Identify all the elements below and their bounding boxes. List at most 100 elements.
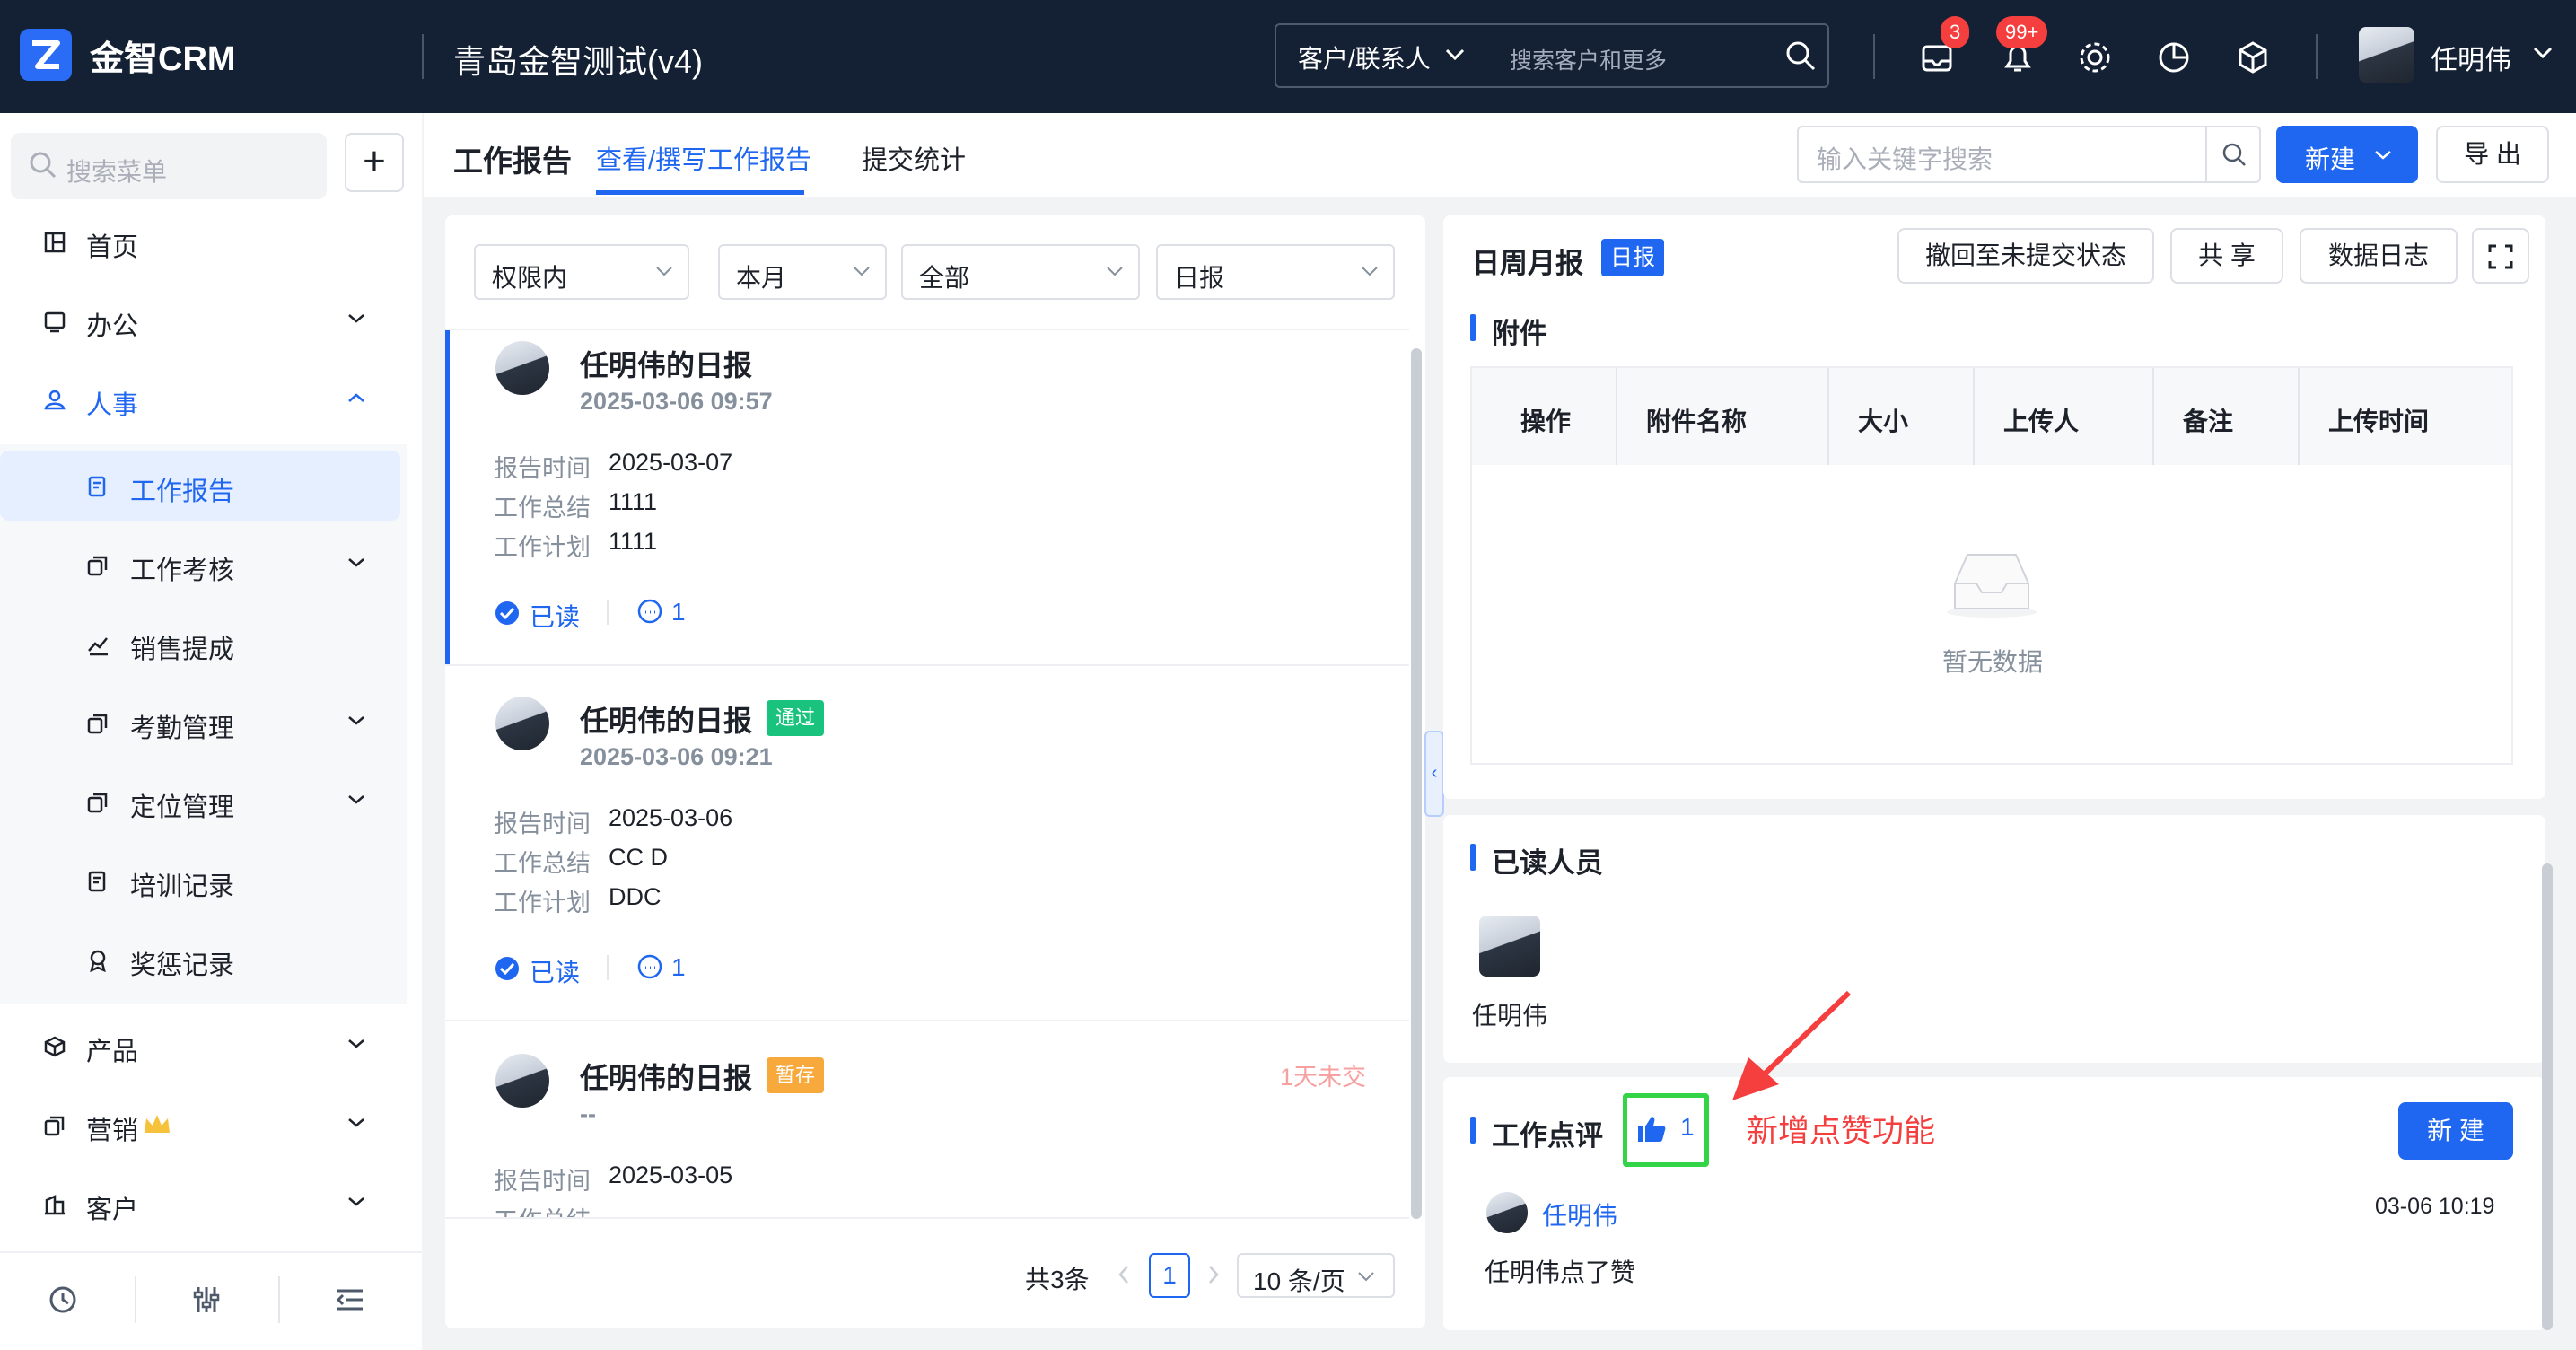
pie-chart-icon[interactable]: [2156, 39, 2192, 75]
new-report-button[interactable]: 新建: [2276, 126, 2418, 183]
readers-title: 已读人员: [1492, 847, 1603, 879]
copy-icon: [87, 556, 108, 576]
app-logo[interactable]: [20, 29, 72, 81]
global-search-input[interactable]: 搜索客户和更多: [1510, 43, 1667, 75]
comment-text: 任明伟点了赞: [1485, 1258, 1636, 1286]
menu-search-box[interactable]: [11, 133, 327, 199]
report-title[interactable]: 任明伟的日报: [580, 343, 752, 384]
report-title[interactable]: 任明伟的日报: [580, 698, 752, 740]
history-icon[interactable]: [47, 1284, 79, 1316]
field-label: 报告时间: [494, 1168, 591, 1195]
comment-author[interactable]: 任明伟: [1542, 1197, 1617, 1232]
app-name: 金智CRM: [90, 40, 236, 78]
sidebar-item-label: 工作报告: [130, 478, 235, 506]
sidebar-item-product[interactable]: 产品: [0, 1011, 422, 1083]
sidebar-item-location[interactable]: 定位管理: [0, 767, 422, 838]
copy-icon: [87, 793, 108, 813]
report-card-clipped[interactable]: 任明伟的日报 暂存 1天未交 -- 报告时间 2025-03-05 工作总结: [445, 1021, 1409, 1217]
chevron-down-icon[interactable]: [1445, 48, 1465, 61]
sidebar-item-customer[interactable]: 客户: [0, 1169, 422, 1240]
comments-title: 工作点评: [1492, 1120, 1603, 1152]
divider: [445, 664, 1409, 666]
like-highlight-box: [1623, 1093, 1709, 1167]
sidebar-item-rewards[interactable]: 奖惩记录: [0, 925, 422, 996]
comment-count[interactable]: 1: [671, 953, 686, 982]
user-name[interactable]: 任明伟: [2431, 38, 2511, 77]
divider: [607, 955, 609, 980]
copy-icon: [87, 714, 108, 734]
sidebar-item-label: 销售提成: [130, 636, 235, 664]
field-label: 报告时间: [494, 455, 591, 482]
add-menu-button[interactable]: +: [345, 133, 404, 192]
search-type-select[interactable]: 客户/联系人: [1298, 39, 1431, 75]
page-size-select[interactable]: 10 条/页: [1237, 1253, 1395, 1298]
tab-view-write-report[interactable]: 查看/撰写工作报告: [596, 139, 811, 177]
sidebar-item-work-report[interactable]: 工作报告: [0, 451, 422, 522]
prev-page-icon[interactable]: [1117, 1264, 1131, 1285]
report-summary: 1111: [609, 488, 658, 515]
column-header: 大小: [1858, 408, 1909, 435]
list-scrollbar[interactable]: [1411, 348, 1422, 1219]
chevron-down-icon[interactable]: [2533, 47, 2553, 59]
column-header: 上传时间: [2328, 408, 2430, 435]
comment-count[interactable]: 1: [671, 598, 686, 627]
report-type-tag: 日报: [1601, 239, 1665, 276]
field-label: 报告时间: [494, 811, 591, 837]
filter-status[interactable]: 全部: [901, 244, 1140, 300]
chevron-down-icon: [348, 314, 364, 323]
sidebar-item-label: 办公: [86, 312, 139, 341]
revert-button[interactable]: 撤回至未提交状态: [1897, 228, 2154, 284]
report-title[interactable]: 任明伟的日报: [580, 1056, 752, 1097]
chevron-down-icon: [1362, 267, 1378, 276]
collapse-menu-icon[interactable]: [334, 1284, 366, 1316]
detail-scrollbar[interactable]: [2542, 863, 2553, 1330]
tenant-name[interactable]: 青岛金智测试(v4): [453, 36, 703, 83]
search-icon: [30, 152, 57, 179]
chevron-down-icon: [2375, 151, 2391, 160]
comment-avatar: [1486, 1192, 1528, 1233]
sidebar-item-home[interactable]: 首页: [0, 206, 422, 278]
tab-submit-stats[interactable]: 提交统计: [862, 139, 966, 177]
gear-icon[interactable]: [2077, 39, 2113, 75]
comment-icon[interactable]: [635, 598, 664, 627]
sidebar-item-label: 产品: [86, 1038, 139, 1066]
read-status: 已读: [530, 959, 581, 986]
export-button[interactable]: 导 出: [2436, 126, 2549, 183]
sidebar-item-marketing[interactable]: 营销: [0, 1090, 422, 1162]
comment-icon[interactable]: [635, 953, 664, 982]
header-divider: [422, 34, 424, 79]
keyword-search-button[interactable]: [2205, 126, 2261, 183]
filter-report-type[interactable]: 日报: [1156, 244, 1395, 300]
sidebar-item-commission[interactable]: 销售提成: [0, 609, 422, 680]
next-page-icon[interactable]: [1206, 1264, 1221, 1285]
report-plan: 1111: [609, 528, 658, 555]
report-time: --: [580, 1100, 596, 1127]
sidebar-item-training[interactable]: 培训记录: [0, 846, 422, 917]
sliders-icon[interactable]: [190, 1284, 223, 1316]
sidebar-item-attendance[interactable]: 考勤管理: [0, 688, 422, 759]
filter-scope[interactable]: 权限内: [474, 244, 689, 300]
cube-icon[interactable]: [2235, 39, 2271, 75]
page-number-current[interactable]: 1: [1149, 1253, 1190, 1298]
copy-icon: [44, 1116, 65, 1136]
search-icon[interactable]: [1784, 39, 1817, 72]
reader-name: 任明伟: [1472, 1002, 1548, 1030]
fullscreen-button[interactable]: [2472, 228, 2529, 284]
new-comment-button[interactable]: 新 建: [2398, 1102, 2513, 1160]
menu-search-input[interactable]: 搜索菜单: [66, 153, 167, 188]
building-icon: [45, 1195, 65, 1215]
notifications-badge: 99+: [1996, 16, 2048, 48]
share-button[interactable]: 共 享: [2170, 228, 2283, 284]
annotation-text: 新增点赞功能: [1747, 1114, 1936, 1149]
footer-divider: [135, 1276, 136, 1323]
user-avatar[interactable]: [2359, 27, 2414, 83]
data-log-button[interactable]: 数据日志: [2300, 228, 2458, 284]
sidebar-item-hr[interactable]: 人事: [0, 364, 422, 436]
panel-collapse-handle[interactable]: ‹: [1424, 731, 1444, 817]
report-time: 2025-03-06 09:21: [580, 743, 773, 770]
sidebar-item-office[interactable]: 办公: [0, 285, 422, 357]
active-tab-indicator: [596, 190, 804, 195]
filter-period[interactable]: 本月: [718, 244, 887, 300]
check-circle-icon: [495, 601, 519, 625]
sidebar-item-assessment[interactable]: 工作考核: [0, 530, 422, 601]
